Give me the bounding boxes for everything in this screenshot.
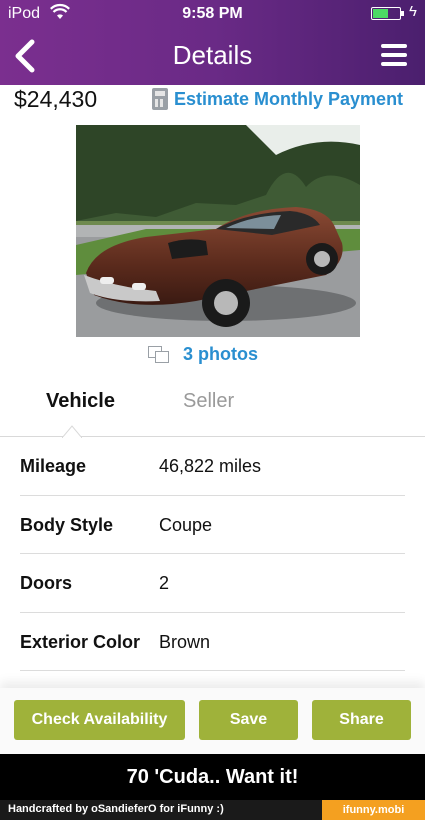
estimate-payment-label: Estimate Monthly Payment (174, 88, 404, 109)
charging-icon: ϟ (409, 3, 417, 20)
meme-caption: 70 'Cuda.. Want it! (0, 754, 425, 800)
header-bar: iPod 9:58 PM ϟ Details (0, 0, 425, 85)
spec-label: Body Style (20, 514, 114, 535)
watermark-bar: Handcrafted by oSandieferO for iFunny :)… (0, 800, 425, 820)
spec-row: Body Style Coupe (20, 496, 405, 554)
check-availability-button[interactable]: Check Availability (14, 700, 185, 740)
spec-value: 46,822 miles (159, 456, 262, 476)
photos-count: 3 photos (183, 344, 258, 364)
car-photo[interactable] (76, 125, 360, 337)
status-bar: iPod 9:58 PM ϟ (0, 0, 425, 28)
photos-stack-icon (148, 345, 170, 364)
battery-icon (371, 7, 404, 20)
credit-text: Handcrafted by oSandieferO for iFunny :) (8, 803, 224, 815)
spec-value: Brown (159, 631, 211, 652)
spec-row: Exterior Color Brown (20, 613, 405, 671)
page-title: Details (172, 40, 253, 70)
clock: 9:58 PM (182, 5, 243, 22)
spec-label: Doors (20, 573, 73, 593)
spec-label: Mileage (20, 456, 87, 476)
share-button[interactable]: Share (312, 700, 411, 740)
spec-row: Mileage 46,822 miles (20, 437, 405, 496)
spec-list: Mileage 46,822 miles Body Style Coupe Do… (20, 437, 405, 671)
spec-row: Doors 2 (20, 554, 405, 613)
price: $24,430 (14, 86, 98, 112)
brand-badge: ifunny.mobi (322, 800, 425, 820)
save-button[interactable]: Save (199, 700, 298, 740)
spec-label: Exterior Color (20, 631, 141, 652)
menu-icon[interactable] (381, 44, 407, 66)
estimate-payment-link[interactable]: Estimate Monthly Payment (152, 88, 403, 110)
tab-vehicle[interactable]: Vehicle (46, 390, 115, 413)
spec-value: Coupe (159, 514, 213, 535)
calculator-icon (152, 88, 168, 110)
photos-link[interactable]: 3 photos (148, 344, 258, 365)
action-bar: Check Availability Save Share (0, 688, 425, 754)
navigation-bar: Details (0, 28, 425, 85)
spec-value: 2 (159, 573, 170, 593)
active-tab-indicator (62, 425, 82, 438)
tab-seller[interactable]: Seller (183, 390, 234, 413)
